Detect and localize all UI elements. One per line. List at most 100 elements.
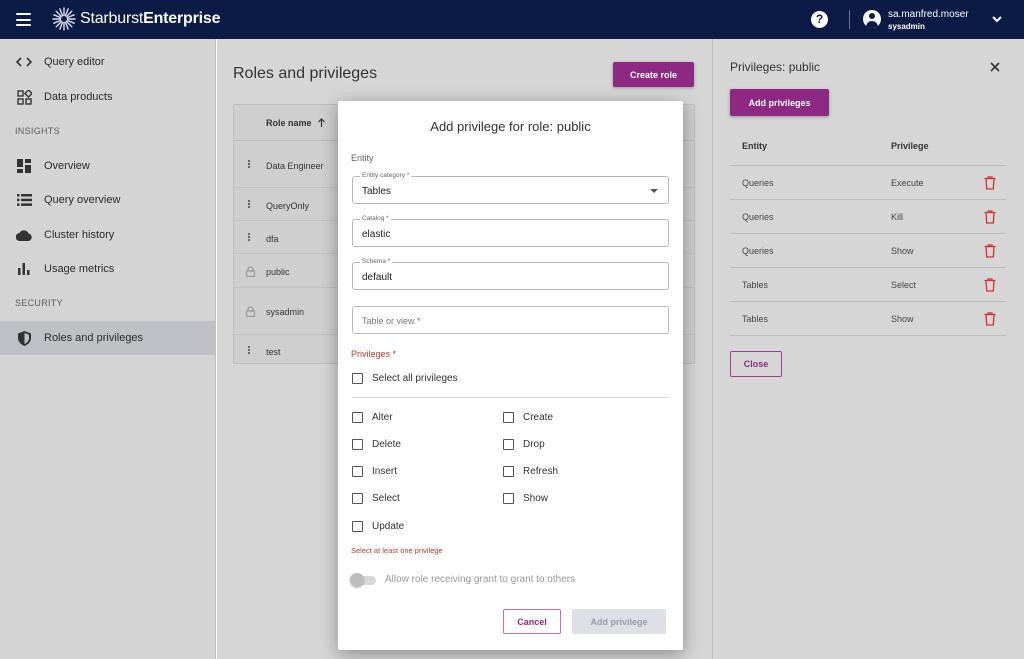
dashboard-icon [16, 158, 32, 174]
field-label: Entity category * [360, 172, 412, 179]
sidebar-item-roles-and-privileges[interactable]: Roles and privileges [0, 321, 216, 355]
delete-icon[interactable] [984, 244, 996, 258]
schema-field[interactable]: Schema * default [352, 258, 669, 290]
checkbox-label: Select [372, 493, 400, 504]
field-label: Schema * [360, 258, 393, 265]
table-or-view-field[interactable]: Table or view * [352, 306, 669, 334]
dropdown-arrow-icon [650, 189, 658, 193]
entity-cell: Queries [742, 178, 774, 188]
privilege-checkbox-select[interactable]: Select [352, 493, 400, 504]
add-privilege-button[interactable]: Add privilege [572, 609, 666, 634]
toggle-label: Allow role receiving grant to grant to o… [385, 574, 576, 585]
close-button[interactable]: Close [730, 351, 782, 377]
privilege-checkbox-create[interactable]: Create [503, 412, 553, 423]
more-vert-icon[interactable] [248, 345, 251, 355]
checkbox-icon [352, 439, 363, 450]
catalog-field[interactable]: Catalog * elastic [352, 215, 669, 247]
grant-option-toggle[interactable] [350, 573, 378, 587]
create-role-button[interactable]: Create role [613, 62, 694, 87]
column-header-privilege: Privilege [891, 141, 929, 151]
privilege-checkbox-update[interactable]: Update [352, 521, 404, 532]
add-privileges-button[interactable]: Add privileges [730, 89, 829, 116]
checkbox-label: Show [523, 493, 549, 504]
chevron-down-icon[interactable] [990, 12, 1004, 26]
entity-category-select[interactable]: Entity category * Tables [352, 172, 669, 204]
sidebar: Query editor Data products INSIGHTS Over… [0, 39, 216, 659]
privilege-cell: Execute [891, 178, 924, 188]
menu-icon[interactable] [16, 13, 31, 26]
field-value: Tables [362, 186, 391, 197]
more-vert-icon[interactable] [248, 199, 251, 209]
sidebar-item-label: Usage metrics [44, 263, 115, 275]
sidebar-item-query-overview[interactable]: Query overview [0, 183, 216, 217]
checkbox-label: Update [372, 521, 405, 532]
sidebar-item-overview[interactable]: Overview [0, 149, 216, 183]
delete-icon[interactable] [984, 312, 996, 326]
checkbox-icon [503, 493, 514, 504]
sidebar-item-usage-metrics[interactable]: Usage metrics [0, 252, 216, 286]
panel-title: Privileges: public [730, 60, 821, 74]
checkbox-icon [352, 466, 363, 477]
privilege-checkbox-delete[interactable]: Delete [352, 439, 401, 450]
checkbox-icon [503, 439, 514, 450]
table-row: Queries Kill [730, 200, 1006, 234]
sidebar-item-data-products[interactable]: Data products [0, 80, 216, 114]
sidebar-item-label: Query overview [44, 194, 121, 206]
column-header-entity: Entity [742, 141, 768, 151]
delete-icon[interactable] [984, 176, 996, 190]
role-name: sysadmin [266, 307, 305, 317]
privilege-cell: Select [891, 280, 917, 290]
app-logo[interactable]: StarburstEnterprise [52, 7, 220, 31]
privileges-table: Entity Privilege Queries Execute Queries… [730, 130, 1006, 336]
brand-bold: Enterprise [143, 10, 221, 27]
brand-regular: Starburst [80, 10, 144, 27]
role-name: QueryOnly [266, 201, 310, 211]
checkbox-icon [352, 493, 363, 504]
checkbox-icon [352, 521, 363, 532]
column-header-role-name[interactable]: Role name [266, 118, 326, 128]
account-icon[interactable] [863, 10, 881, 28]
section-label-security: SECURITY [15, 298, 63, 308]
page-title: Roles and privileges [233, 65, 378, 82]
dialog-title: Add privilege for role: public [430, 119, 591, 134]
list-icon [16, 192, 32, 208]
delete-icon[interactable] [984, 278, 996, 292]
toggle-knob [350, 573, 364, 587]
cloud-icon [16, 227, 32, 243]
brand-name: StarburstEnterprise [80, 10, 220, 28]
bar-chart-icon [16, 261, 32, 277]
sidebar-item-query-editor[interactable]: Query editor [0, 45, 216, 79]
checkbox-icon [352, 373, 363, 384]
lock-icon [246, 306, 255, 317]
privilege-checkbox-drop[interactable]: Drop [503, 439, 545, 450]
field-value: default [362, 272, 393, 283]
user-role: sysadmin [888, 22, 925, 31]
privilege-checkbox-insert[interactable]: Insert [352, 466, 397, 477]
select-all-checkbox[interactable]: Select all privileges [352, 373, 458, 384]
entity-cell: Tables [742, 280, 769, 290]
sidebar-item-label: Query editor [44, 56, 105, 68]
privilege-cell: Kill [891, 212, 904, 222]
divider [352, 397, 669, 398]
role-name: test [266, 347, 281, 357]
close-icon[interactable] [989, 61, 1001, 73]
checkbox-label: Delete [372, 439, 401, 450]
privilege-checkbox-show[interactable]: Show [503, 493, 548, 504]
privilege-checkbox-refresh[interactable]: Refresh [503, 466, 558, 477]
privileges-panel: Privileges: public Add privileges Entity… [712, 39, 1024, 659]
checkbox-label: Alter [372, 412, 393, 423]
checkbox-label: Refresh [523, 466, 559, 477]
more-vert-icon[interactable] [248, 159, 251, 169]
help-icon[interactable]: ? [811, 11, 828, 28]
validation-error: Select at least one privilege [351, 546, 443, 555]
sort-arrow-up-icon [318, 118, 325, 127]
more-vert-icon[interactable] [248, 232, 251, 242]
user-name[interactable]: sa.manfred.moser [888, 9, 969, 20]
field-value: elastic [362, 229, 391, 240]
privilege-checkbox-alter[interactable]: Alter [352, 412, 393, 423]
cancel-button[interactable]: Cancel [503, 609, 561, 634]
delete-icon[interactable] [984, 210, 996, 224]
shield-icon [16, 330, 32, 346]
sidebar-item-cluster-history[interactable]: Cluster history [0, 218, 216, 252]
role-name: Data Engineer [266, 161, 324, 171]
